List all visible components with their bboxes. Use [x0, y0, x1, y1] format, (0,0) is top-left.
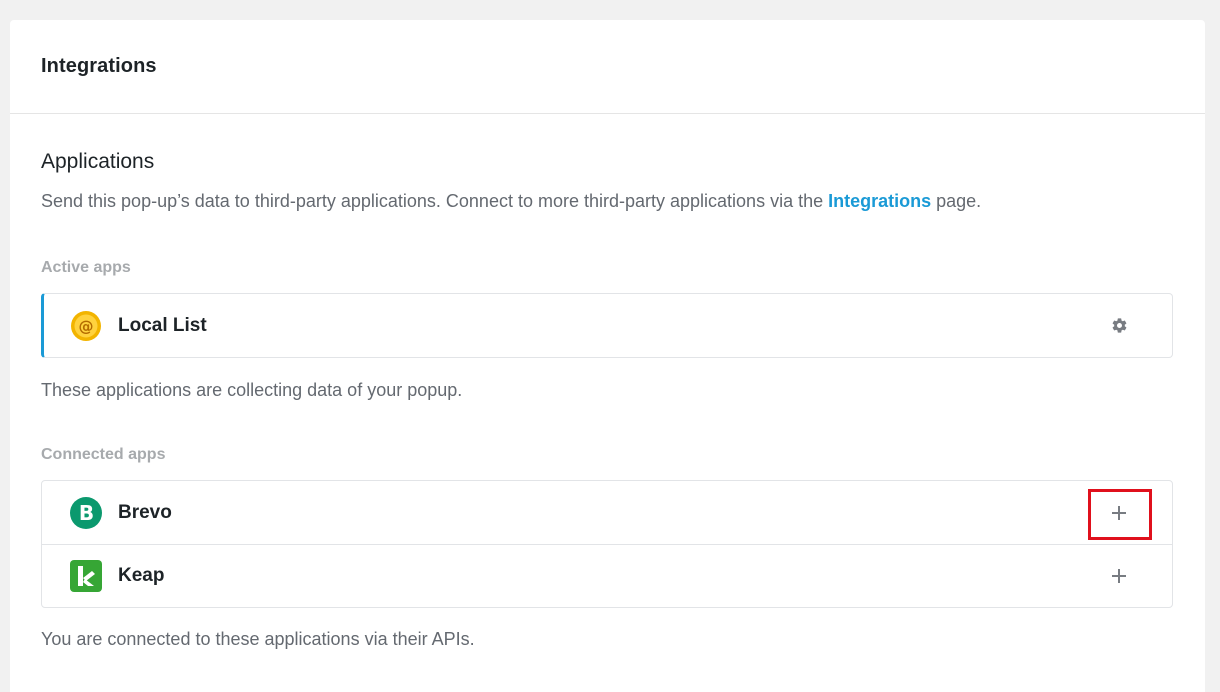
integrations-page-link[interactable]: Integrations: [828, 191, 931, 211]
description-text-after: page.: [931, 191, 982, 211]
gear-icon[interactable]: [1110, 317, 1128, 335]
svg-text:@: @: [79, 317, 94, 335]
panel-header: Integrations: [10, 20, 1205, 114]
active-apps-note: These applications are collecting data o…: [41, 380, 463, 400]
svg-text:B: B: [79, 501, 94, 525]
app-name-brevo: Brevo: [118, 501, 172, 523]
app-row-local-list: @ Local List: [44, 294, 1172, 357]
local-list-icon: @: [70, 310, 102, 342]
active-apps-label: Active apps: [41, 259, 131, 276]
connected-apps-label: Connected apps: [41, 446, 166, 463]
plus-icon[interactable]: [1110, 567, 1128, 585]
connected-apps-note: You are connected to these applications …: [41, 629, 475, 649]
brevo-icon: B: [70, 496, 102, 529]
integrations-panel: Integrations Applications Send this pop-…: [10, 20, 1205, 692]
plus-icon[interactable]: [1110, 504, 1128, 522]
app-row-brevo: B Brevo: [42, 481, 1172, 544]
app-name-keap: Keap: [118, 565, 165, 586]
active-apps-list: @ Local List: [41, 293, 1173, 358]
connected-apps-list: B Brevo Keap: [41, 480, 1173, 608]
applications-section: Applications Send this pop-up’s data to …: [10, 150, 1205, 650]
panel-title: Integrations: [41, 55, 157, 77]
app-name-local-list: Local List: [118, 314, 207, 336]
app-row-keap: Keap: [42, 544, 1172, 607]
applications-description: Send this pop-up’s data to third-party a…: [41, 190, 1173, 212]
description-text-before: Send this pop-up’s data to third-party a…: [41, 191, 829, 211]
applications-title: Applications: [41, 150, 155, 173]
keap-icon: [70, 560, 102, 592]
